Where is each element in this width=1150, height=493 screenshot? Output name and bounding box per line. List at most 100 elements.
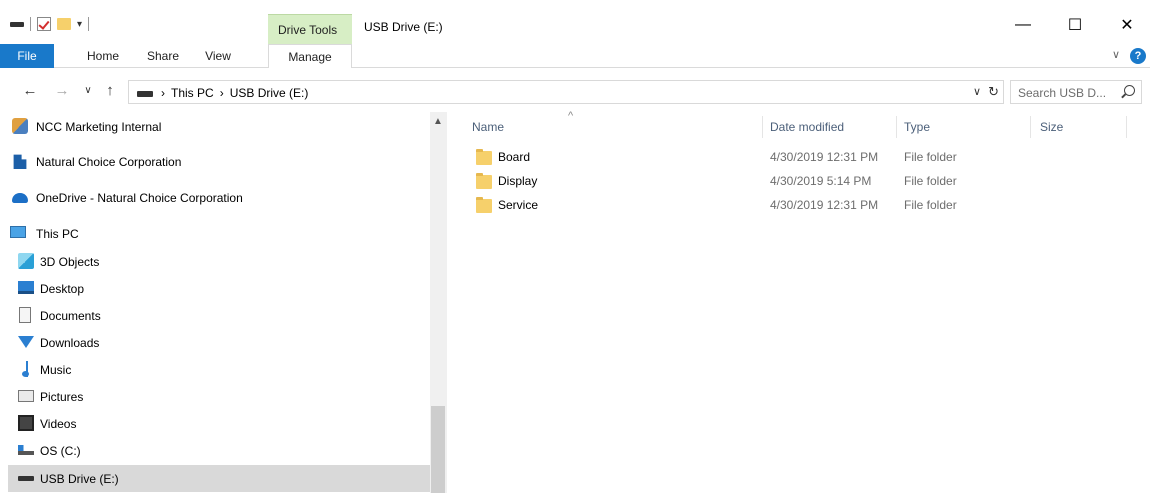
nav-item-3d-objects[interactable]: 3D Objects [0,248,430,275]
file-row-display[interactable]: Display 4/30/2019 5:14 PM File folder [472,170,1132,194]
column-header-name[interactable]: Name [472,116,762,138]
nav-item-label: Natural Choice Corporation [36,154,182,169]
ribbon-tabs: File Home Share View Manage ∨ ? [0,44,1150,69]
recent-locations-icon[interactable]: ∨ [78,80,98,100]
drive-tools-label: Drive Tools [278,23,338,37]
pictures-icon [18,390,34,402]
column-separator[interactable] [1126,116,1127,138]
maximize-button[interactable]: ☐ [1052,10,1098,40]
nav-item-label: 3D Objects [40,254,100,269]
file-row-service[interactable]: Service 4/30/2019 12:31 PM File folder [472,194,1132,218]
file-name: Service [498,198,539,212]
column-separator[interactable] [762,116,763,138]
file-name: Board [498,150,531,164]
tab-file[interactable]: File [0,44,54,68]
title-bar: ▾ Drive Tools USB Drive (E:) — ☐ ✕ [0,0,1150,44]
qat-separator [30,17,31,31]
tab-home[interactable]: Home [80,44,126,68]
folder-icon [476,197,492,213]
this-pc-icon [10,226,26,238]
search-input[interactable]: Search USB D... [1018,86,1106,100]
quick-access-toolbar: ▾ [10,14,90,34]
people-icon [12,118,28,134]
file-type: File folder [904,150,957,164]
nav-item-label: OneDrive - Natural Choice Corporation [36,190,243,205]
scroll-up-icon[interactable]: ▲ [433,116,443,127]
qat-customize-icon[interactable]: ▾ [77,19,82,30]
breadcrumb-this-pc[interactable]: This PC [171,86,214,100]
nav-item-label: OS (C:) [40,443,81,458]
pane-divider[interactable] [446,112,447,493]
chevron-down-icon[interactable]: ∨ [1112,48,1120,61]
nav-item-label: Videos [40,416,77,431]
nav-item-onedrive[interactable]: OneDrive - Natural Choice Corporation [0,184,430,211]
file-name: Display [498,174,538,188]
breadcrumb: › This PC › USB Drive (E:) [161,86,308,100]
os-drive-icon [18,445,34,455]
nav-item-label: Music [40,362,72,377]
file-date: 4/30/2019 12:31 PM [770,150,879,164]
breadcrumb-separator: › [219,86,224,100]
address-bar[interactable]: › This PC › USB Drive (E:) ∨ ↻ [128,80,1004,104]
nav-item-label: USB Drive (E:) [40,471,119,486]
window-title: USB Drive (E:) [364,20,443,34]
qat-separator [88,17,90,31]
nav-item-natural-choice-corporation[interactable]: Natural Choice Corporation [0,148,430,175]
nav-item-label: Documents [40,308,101,323]
nav-item-this-pc[interactable]: This PC [0,220,430,247]
column-separator[interactable] [896,116,897,138]
back-arrow-icon[interactable]: ← [20,80,40,100]
usb-drive-icon [18,476,34,481]
drive-tools-context-tab: Drive Tools [268,14,352,44]
building-icon [13,154,27,169]
properties-icon[interactable] [37,17,51,31]
nav-item-usb-drive[interactable]: USB Drive (E:) [8,465,430,492]
new-folder-icon[interactable] [57,18,71,30]
nav-item-label: Pictures [40,389,84,404]
help-icon[interactable]: ? [1130,48,1146,64]
tab-view[interactable]: View [198,44,238,68]
nav-item-documents[interactable]: Documents [0,302,430,329]
documents-icon [19,307,31,323]
breadcrumb-usb-drive[interactable]: USB Drive (E:) [230,86,309,100]
tab-manage[interactable]: Manage [268,44,352,69]
minimize-button[interactable]: — [1000,10,1046,40]
search-box[interactable]: Search USB D... [1010,80,1142,104]
column-header-type[interactable]: Type [904,116,1024,138]
music-icon [22,361,32,377]
drive-icon [137,91,153,97]
nav-item-label: This PC [36,226,79,241]
videos-icon [18,415,34,431]
refresh-icon[interactable]: ↻ [988,84,999,100]
3d-objects-icon [18,253,34,269]
column-header-date-modified[interactable]: Date modified [770,116,894,138]
scrollbar-thumb[interactable] [431,406,445,493]
chevron-down-icon[interactable]: ∨ [973,85,981,98]
desktop-icon [18,281,34,294]
forward-arrow-icon[interactable]: → [52,80,72,100]
drive-icon [10,21,24,27]
navigation-pane: NCC Marketing Internal Natural Choice Co… [0,112,446,493]
folder-icon [476,173,492,189]
nav-item-music[interactable]: Music [0,356,430,383]
nav-item-os-drive[interactable]: OS (C:) [0,437,430,464]
nav-item-videos[interactable]: Videos [0,410,430,437]
tab-share[interactable]: Share [140,44,186,68]
breadcrumb-separator: › [161,86,165,100]
nav-item-downloads[interactable]: Downloads [0,329,430,356]
nav-item-desktop[interactable]: Desktop [0,275,430,302]
nav-item-ncc-marketing-internal[interactable]: NCC Marketing Internal [0,113,430,140]
close-button[interactable]: ✕ [1104,10,1150,40]
file-type: File folder [904,198,957,212]
nav-pane-scrollbar[interactable]: ▲ [430,112,446,493]
column-header-size[interactable]: Size [1040,116,1120,138]
nav-item-label: Desktop [40,281,85,296]
folder-icon [476,149,492,165]
file-date: 4/30/2019 12:31 PM [770,198,879,212]
nav-item-pictures[interactable]: Pictures [0,383,430,410]
up-arrow-icon[interactable]: ↑ [100,80,120,100]
column-separator[interactable] [1030,116,1031,138]
file-type: File folder [904,174,957,188]
file-row-board[interactable]: Board 4/30/2019 12:31 PM File folder [472,146,1132,170]
file-date: 4/30/2019 5:14 PM [770,174,872,188]
